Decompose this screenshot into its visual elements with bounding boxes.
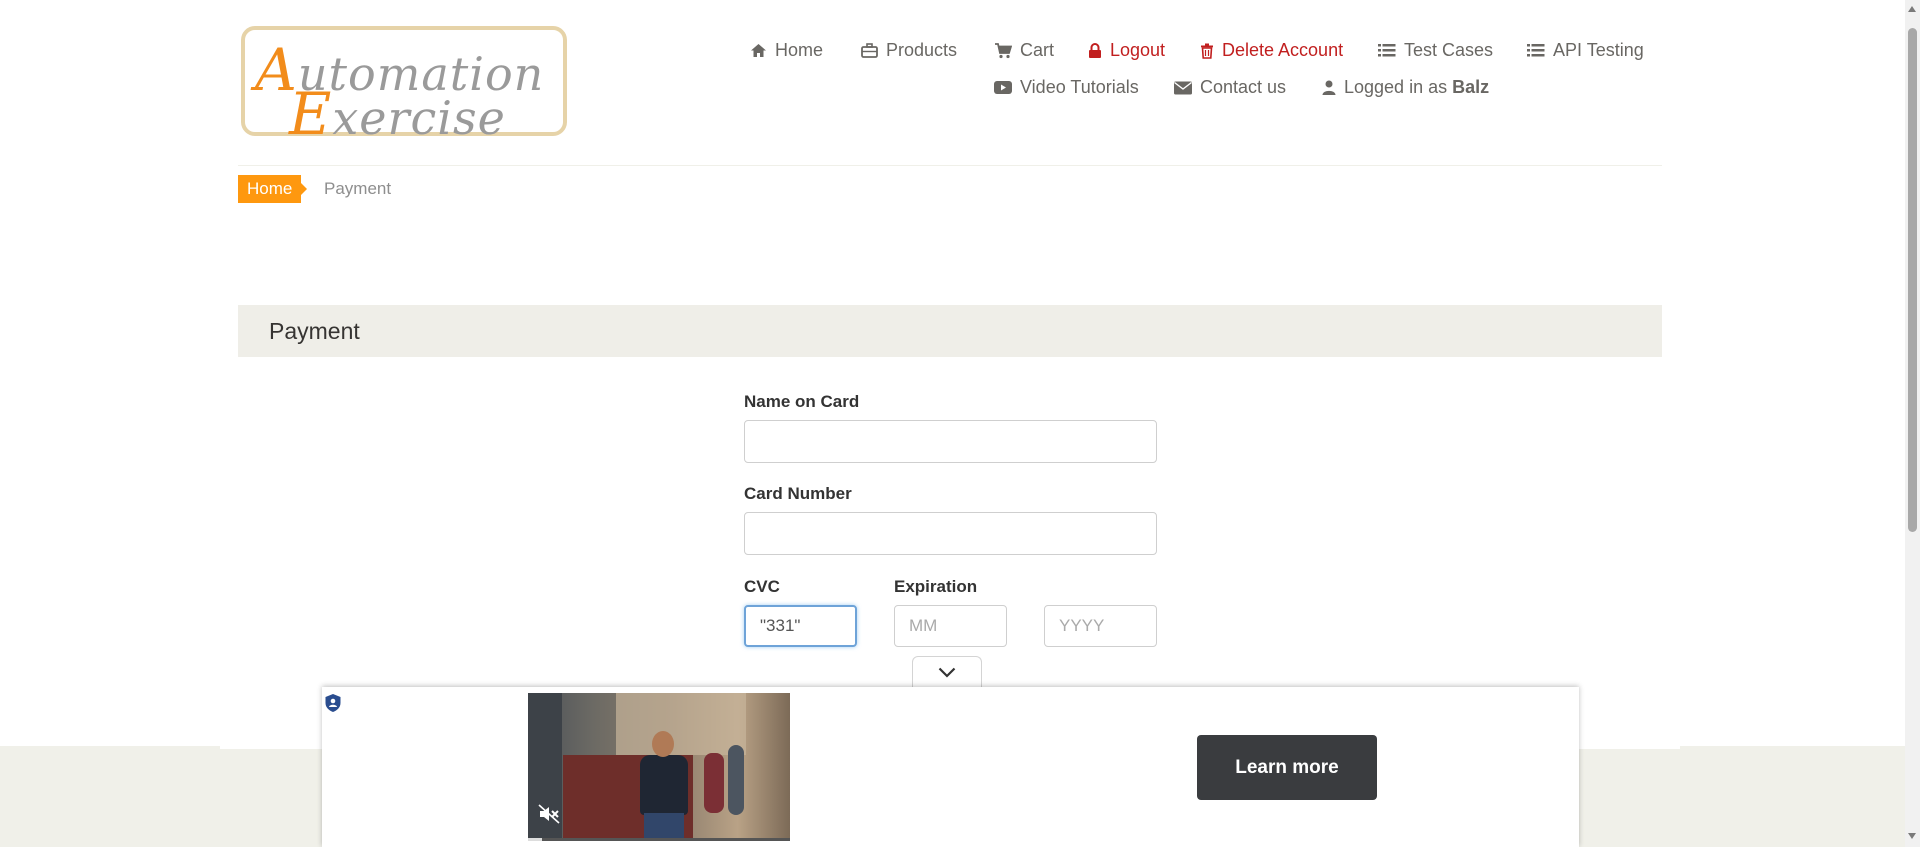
- nav-logged-in-status: Logged in as Balz: [1322, 77, 1489, 98]
- expiry-year-input[interactable]: [1044, 605, 1157, 647]
- breadcrumb-current: Payment: [324, 179, 392, 198]
- logo-line-2: Exercise: [289, 80, 506, 148]
- lock-icon: [1089, 42, 1101, 58]
- scroll-thumb[interactable]: [1908, 28, 1917, 532]
- nav-cart-link[interactable]: Cart: [994, 40, 1054, 61]
- scroll-up-arrow[interactable]: [1908, 6, 1916, 12]
- nav-logout-link[interactable]: Logout: [1088, 40, 1165, 61]
- trash-icon: [1201, 43, 1213, 59]
- ad-collapse-button[interactable]: [912, 656, 982, 687]
- nav-contact-us-link[interactable]: Contact us: [1174, 77, 1286, 98]
- nav-home-label: Home: [775, 40, 824, 60]
- list-icon: [1527, 44, 1545, 57]
- user-icon: [1322, 80, 1336, 95]
- scroll-down-arrow[interactable]: [1908, 833, 1916, 839]
- nav-video-tutorials-label: Video Tutorials: [1020, 77, 1139, 97]
- expiry-month-input[interactable]: [894, 605, 1007, 647]
- logged-in-text: Logged in as Balz: [1344, 77, 1490, 97]
- list-icon: [1378, 44, 1396, 57]
- nav-api-testing-link[interactable]: API Testing: [1527, 40, 1644, 61]
- muted-speaker-icon[interactable]: [538, 804, 560, 824]
- page-title: Payment: [269, 318, 360, 344]
- chevron-down-icon: [938, 667, 956, 678]
- nav-delete-account-label: Delete Account: [1222, 40, 1344, 60]
- nav-delete-account-link[interactable]: Delete Account: [1200, 40, 1343, 61]
- cart-icon: [995, 42, 1012, 58]
- nav-test-cases-label: Test Cases: [1404, 40, 1494, 60]
- ad-video[interactable]: [528, 693, 790, 841]
- envelope-icon: [1174, 81, 1192, 94]
- nav-cart-label: Cart: [1020, 40, 1055, 60]
- card-number-label: Card Number: [744, 484, 852, 503]
- nav-products-label: Products: [886, 40, 958, 60]
- ad-banner: Learn more: [322, 687, 1579, 847]
- nav-home-link[interactable]: Home: [750, 40, 823, 61]
- expiration-label: Expiration: [894, 577, 978, 596]
- cvc-label: CVC: [744, 577, 780, 596]
- learn-more-button[interactable]: Learn more: [1197, 735, 1377, 800]
- youtube-play-icon: [994, 81, 1012, 94]
- nav-logout-label: Logout: [1110, 40, 1166, 60]
- username: Balz: [1452, 77, 1490, 97]
- name-on-card-label: Name on Card: [744, 392, 860, 411]
- page-scrollbar[interactable]: [1905, 0, 1920, 847]
- nav-api-testing-label: API Testing: [1553, 40, 1644, 60]
- breadcrumb-home-link[interactable]: Home: [238, 175, 308, 203]
- site-logo[interactable]: Automation Exercise: [241, 26, 567, 148]
- nav-contact-us-label: Contact us: [1200, 77, 1287, 97]
- nav-products-link[interactable]: Products: [861, 40, 957, 61]
- payment-heading-bar: Payment: [238, 305, 1662, 357]
- ad-shield-icon[interactable]: [324, 693, 342, 713]
- ad-video-progress: [528, 838, 790, 841]
- cvc-input[interactable]: [744, 605, 857, 647]
- nav-test-cases-link[interactable]: Test Cases: [1378, 40, 1493, 61]
- header-divider: [238, 165, 1662, 166]
- name-on-card-input[interactable]: [744, 420, 1157, 463]
- nav-video-tutorials-link[interactable]: Video Tutorials: [994, 77, 1139, 98]
- card-number-input[interactable]: [744, 512, 1157, 555]
- briefcase-icon: [861, 43, 878, 58]
- home-icon: [751, 44, 766, 57]
